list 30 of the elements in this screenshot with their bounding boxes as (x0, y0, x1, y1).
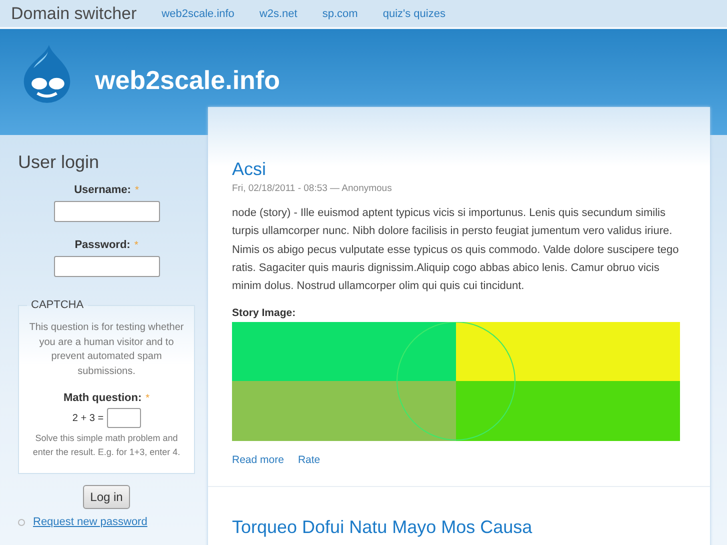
image-label: Story Image: (232, 307, 297, 320)
domain-switcher-title: Domain switcher (11, 4, 137, 24)
node-link[interactable]: Read more (232, 454, 284, 466)
node-title-link[interactable]: Torqueo Dofui Natu Mayo Mos Causa (232, 517, 686, 538)
field-label: Math question: (63, 392, 142, 404)
field-label: Password: (74, 239, 130, 251)
answer-field[interactable] (106, 408, 141, 428)
required-mark: * (134, 185, 139, 196)
domain-link[interactable]: w2s.net (259, 8, 298, 20)
required-mark: * (134, 240, 138, 251)
required-mark: * (146, 393, 150, 404)
captcha-description: This question is for testing whether you are a human visitor and to prevent automated spam submissions. (28, 321, 185, 378)
captcha-legend: CAPTCHA (27, 299, 88, 311)
bullet-icon (18, 518, 25, 526)
input-field[interactable] (54, 201, 160, 222)
node-link[interactable]: Rate (298, 454, 320, 466)
node-body: node (story) - Ille euismod aptent typicus vicis si importunus. Lenis quis secundum similis turpis ullamcorper nunc. Nibh dolore facilisis in persto feugiat jumentum vero validus iriure. Nimis os abigo pecus vulputate esse typicus os quis commodo. Valde dolore suscipere tego ratis. Sagaciter quis mauris dignissim.Aliquip cogo abbas abico lenis. Camur obruo vicis minim dolus. Nostrud ullamcorper olim qui quis cui tincidunt. (232, 206, 680, 294)
block-title: User login (18, 152, 100, 173)
request-password-link[interactable]: Request new password (33, 516, 148, 528)
field-label: Username: (74, 184, 131, 196)
domain-link[interactable]: quiz's quizes (382, 8, 446, 20)
node-title-link[interactable]: Acsi (232, 159, 686, 180)
domain-link[interactable]: sp.com (322, 8, 358, 20)
captcha-help: Solve this simple math problem and enter the result. E.g. for 1+3, enter 4. (32, 432, 182, 459)
math-question: 2 + 3 = (72, 412, 104, 424)
login-button[interactable]: Log in (83, 485, 130, 509)
node-meta: Fri, 02/18/2011 - 08:53 — Anonymous (232, 183, 393, 194)
domain-link[interactable]: web2scale.info (162, 8, 234, 20)
input-field[interactable] (54, 256, 160, 277)
site-name[interactable]: web2scale.info (95, 65, 280, 96)
